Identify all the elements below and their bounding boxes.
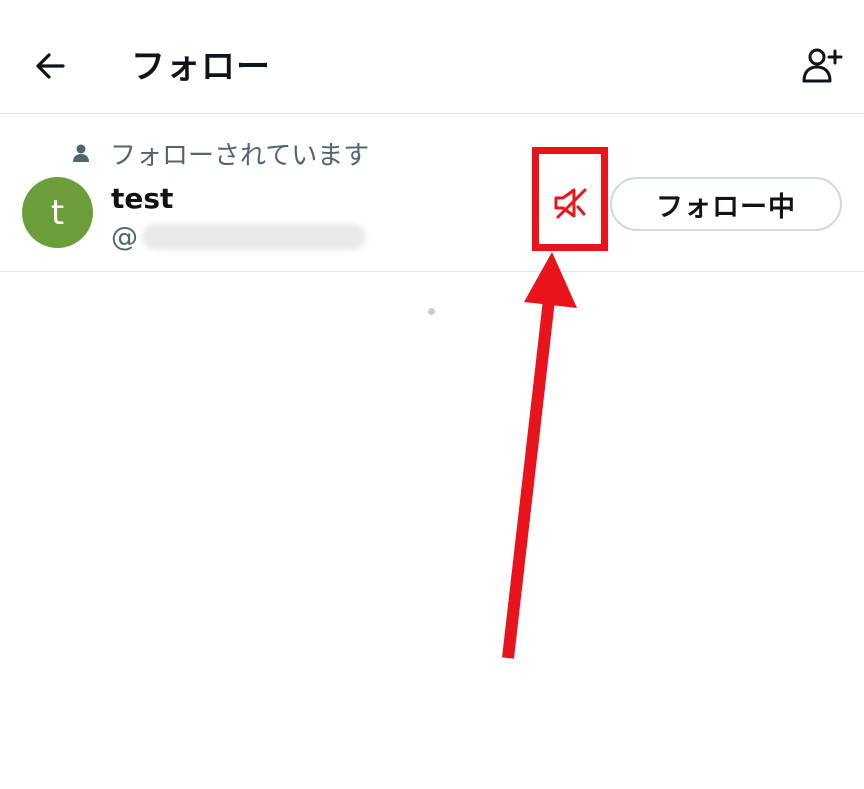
follows-you-label: フォローされています bbox=[110, 140, 370, 171]
avatar-letter: t bbox=[50, 192, 65, 233]
page-title: フォロー bbox=[131, 47, 271, 87]
add-user-icon bbox=[802, 48, 843, 83]
muted-speaker-icon bbox=[554, 188, 587, 219]
back-arrow-icon bbox=[36, 53, 65, 79]
add-user-button[interactable] bbox=[798, 42, 846, 90]
user-handle: @ bbox=[111, 219, 366, 255]
loading-indicator bbox=[428, 308, 435, 315]
follows-you-indicator: フォローされています bbox=[70, 133, 369, 173]
unmute-button[interactable] bbox=[549, 181, 593, 225]
back-button[interactable] bbox=[28, 44, 72, 88]
handle-redacted bbox=[142, 224, 366, 250]
handle-at-sign: @ bbox=[111, 221, 138, 253]
avatar[interactable]: t bbox=[22, 177, 93, 248]
person-icon bbox=[70, 142, 92, 164]
app-window: フォロー フォローされています t test @ フォロー中 bbox=[0, 0, 864, 789]
user-cell[interactable]: フォローされています t test @ フォロー中 bbox=[0, 115, 864, 272]
display-name: test bbox=[111, 182, 174, 215]
top-app-bar: フォロー bbox=[0, 0, 864, 114]
following-button[interactable]: フォロー中 bbox=[610, 177, 842, 231]
